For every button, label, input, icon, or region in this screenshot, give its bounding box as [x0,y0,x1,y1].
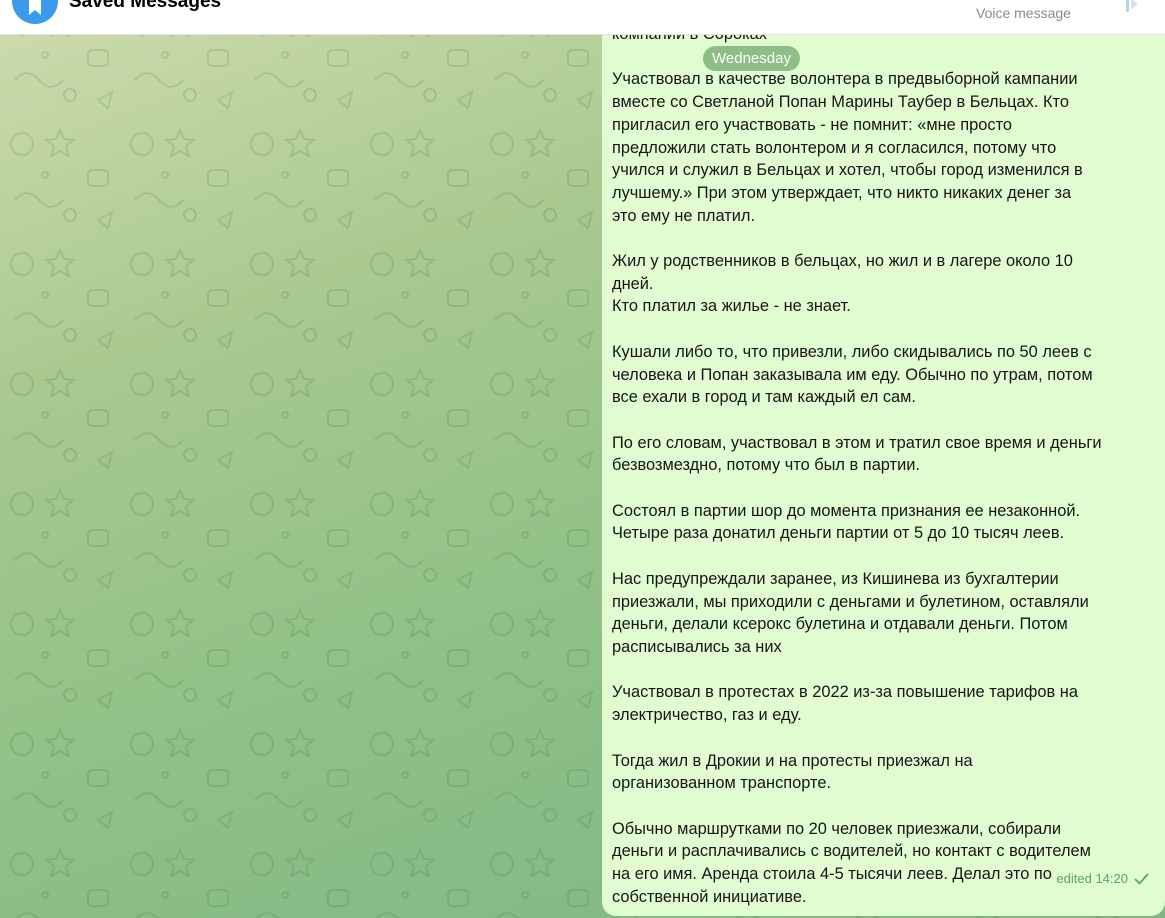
message-line: Кушали либо то, что привезли, либо скиды… [612,342,1092,361]
message-line: электричество, газ и еду. [612,706,802,725]
message-line [612,477,1151,500]
message-line: организованном транспорте. [612,774,832,793]
message-line: человека и Попан заказывала им еду. Обыч… [612,365,1093,384]
message-text: компании в Сороках Участвовал в качестве… [612,23,1151,908]
message-line: учился и служил в Бельцах и хотел, чтобы… [612,161,1083,180]
message-line: безвозмездно, потому что был в партии. [612,456,920,475]
message-meta: edited 14:20 [1056,871,1149,886]
message-line: По его словам, участвовал в этом и трати… [612,433,1102,452]
message-line: Участвовал в качестве волонтера в предвы… [612,70,1078,89]
pinned-list-icon[interactable] [1124,0,1140,12]
message-line: Обычно маршрутками по 20 человек приезжа… [612,819,1062,838]
message-line [612,727,1151,750]
message-line: вместе со Светланой Попан Марины Таубер … [612,93,1069,112]
message-line: Четыре раза донатил деньги партии от 5 д… [612,524,1065,543]
saved-messages-avatar[interactable] [12,0,58,24]
message-line [612,318,1151,341]
message-line [612,227,1151,250]
check-icon [1134,873,1149,884]
message-bubble[interactable]: компании в Сороках Участвовал в качестве… [602,0,1165,916]
message-line: Кто платил за жилье - не знает. [612,297,851,316]
message-line: предложили стать волонтером и я согласил… [612,138,1057,157]
message-line: лучшему.» При этом утверждает, что никто… [612,183,1072,202]
bookmark-icon [29,0,41,15]
message-line: Тогда жил в Дрокии и на протесты приезжа… [612,751,973,770]
chat-title[interactable]: Saved Messages [69,0,221,14]
message-line [612,46,1151,69]
message-line: Состоял в партии шор до момента признани… [612,501,1081,520]
message-line: собственной инициативе. [612,887,807,906]
chat-header: Saved Messages Voice message [0,0,1165,35]
message-line: пригласил его участвовать - не помнит: «… [612,115,1013,134]
message-line: это ему не платил. [612,206,756,225]
message-line: все ехали в город и там каждый ел сам. [612,388,916,407]
message-line: дней. [612,274,654,293]
date-separator: Wednesday [703,46,800,71]
message-line [612,659,1151,682]
message-line: приезжали, мы приходили с деньгами и бул… [612,592,1089,611]
message-line: расписывались за них [612,637,782,656]
message-line [612,409,1151,432]
telegram-window: Saved Messages Voice message компании в … [0,0,1165,918]
message-line: деньги, делали ксерокс булетина и отдава… [612,615,1068,634]
message-line: Нас предупреждали заранее, из Кишинева и… [612,569,1059,588]
message-line: деньги и расплачивались с водителей, но … [612,842,1091,861]
pinned-message-preview[interactable]: Voice message [976,4,1071,22]
message-line [612,795,1151,818]
message-line [612,545,1151,568]
message-line: Участвовал в протестах в 2022 из-за повы… [612,683,1078,702]
message-status: edited 14:20 [1056,871,1128,886]
message-line: Жил у родственников в бельцах, но жил и … [612,252,1073,271]
